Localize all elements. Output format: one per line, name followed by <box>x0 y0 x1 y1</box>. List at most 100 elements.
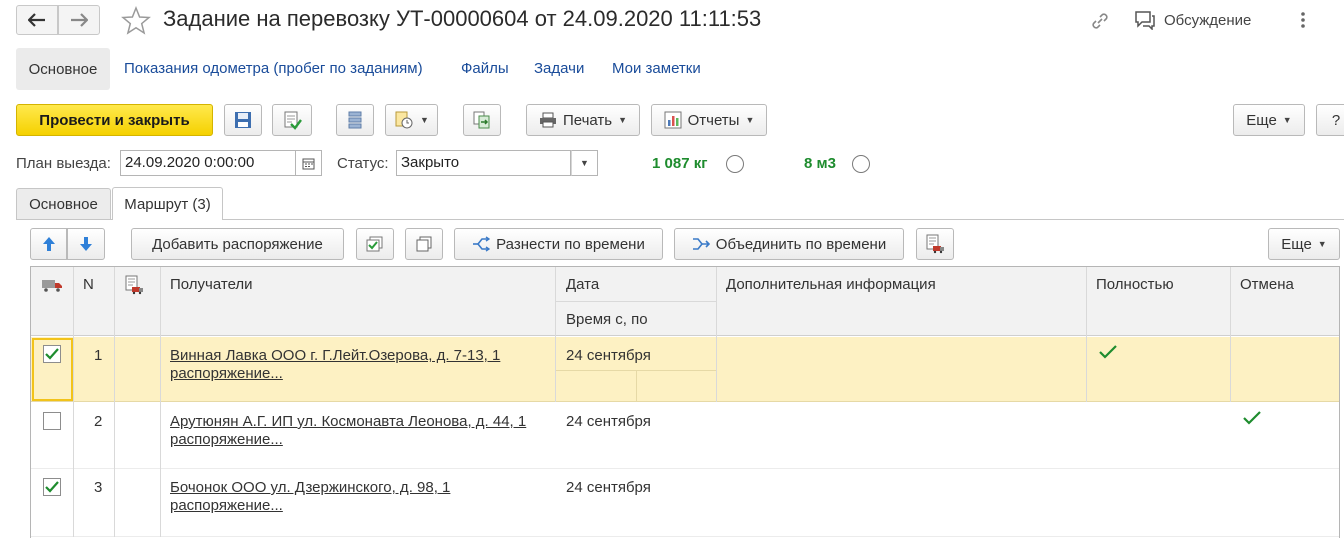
volume-status-indicator <box>852 155 870 173</box>
weight-status-indicator <box>726 155 744 173</box>
create-based-on-button[interactable]: ▼ <box>385 104 438 136</box>
more-label: Еще <box>1246 111 1277 129</box>
row-checkbox[interactable] <box>43 345 61 363</box>
recipient-link[interactable]: Винная Лавка ООО г. Г.Лейт.Озерова, д. 7… <box>170 347 550 383</box>
move-up-button[interactable] <box>30 228 67 260</box>
recipient-line: Бочонок ООО ул. Дзержинского, д. 98, 1 <box>170 479 451 496</box>
status-label: Статус: <box>337 155 389 172</box>
post-button[interactable] <box>272 104 312 136</box>
chevron-down-icon: ▼ <box>745 115 755 125</box>
recipient-line: распоряжение... <box>170 365 283 382</box>
weight-value: 1 087 кг <box>652 155 708 172</box>
chevron-down-icon: ▼ <box>580 158 589 168</box>
recipient-line: Винная Лавка ООО г. Г.Лейт.Озерова, д. 7… <box>170 347 501 364</box>
column-divider <box>160 267 161 537</box>
printer-icon <box>539 112 556 128</box>
chevron-down-icon: ▼ <box>420 115 429 125</box>
discussion-label: Обсуждение <box>1164 11 1252 29</box>
reports-label: Отчеты <box>687 111 740 129</box>
checkboxes-empty-icon <box>416 236 432 252</box>
row-subdivider <box>636 371 637 402</box>
row-number: 2 <box>94 413 103 430</box>
favorite-star-icon[interactable] <box>121 6 151 36</box>
document-flow-button[interactable] <box>463 104 501 136</box>
report-chart-icon <box>664 111 682 129</box>
document-arrows-icon <box>473 111 490 129</box>
link-icon[interactable] <box>1089 10 1111 32</box>
recipient-link[interactable]: Арутюнян А.Г. ИП ул. Космонавта Леонова,… <box>170 413 560 449</box>
header-time[interactable]: Время с, по <box>566 311 648 328</box>
nav-tab-notes[interactable]: Мои заметки <box>612 60 701 77</box>
row-checkbox[interactable] <box>43 412 61 430</box>
chevron-down-icon: ▼ <box>618 115 628 125</box>
distribute-label: Разнести по времени <box>496 235 645 253</box>
reports-button[interactable]: Отчеты ▼ <box>651 104 767 136</box>
header-n: N <box>83 276 94 293</box>
print-label: Печать <box>562 111 613 129</box>
check-all-button[interactable] <box>356 228 394 260</box>
nav-tab-odometer[interactable]: Показания одометра (пробег по заданиям) <box>124 60 423 77</box>
plan-departure-field[interactable]: 24.09.2020 0:00:00 <box>120 150 296 176</box>
save-button[interactable] <box>224 104 262 136</box>
inner-tab-main[interactable]: Основное <box>16 188 111 219</box>
arrow-up-icon <box>42 237 55 251</box>
calendar-button[interactable] <box>296 150 322 176</box>
header-date[interactable]: Дата <box>566 276 599 293</box>
distribute-by-time-button[interactable]: Разнести по времени <box>454 228 663 260</box>
header-cancel[interactable]: Отмена <box>1240 276 1294 293</box>
route-more-button[interactable]: Еще ▼ <box>1268 228 1340 260</box>
status-field[interactable]: Закрыто <box>396 150 571 176</box>
volume-value: 8 м3 <box>804 155 836 172</box>
inner-tab-route[interactable]: Маршрут (3) <box>112 187 223 220</box>
row-date: 24 сентября <box>566 413 651 430</box>
post-and-close-button[interactable]: Провести и закрыть <box>16 104 213 136</box>
save-icon <box>235 112 251 128</box>
column-divider <box>114 267 115 537</box>
route-table: N Получатели Дата Время с, по Дополнител… <box>30 266 1340 538</box>
chat-icon <box>1135 11 1155 30</box>
nav-tab-main[interactable]: Основное <box>16 48 110 90</box>
route-more-label: Еще <box>1281 235 1312 253</box>
arrow-down-icon <box>80 237 92 251</box>
document-truck-icon <box>926 234 944 254</box>
combine-by-time-button[interactable]: Объединить по времени <box>674 228 904 260</box>
nav-tab-files[interactable]: Файлы <box>461 60 509 77</box>
recipient-link[interactable]: Бочонок ООО ул. Дзержинского, д. 98, 1 р… <box>170 479 550 515</box>
column-divider <box>1230 267 1231 402</box>
move-down-button[interactable] <box>67 228 105 260</box>
split-arrows-icon <box>473 236 491 252</box>
column-divider <box>1086 267 1087 402</box>
full-check-icon <box>1099 345 1117 359</box>
column-divider <box>73 267 74 537</box>
row-date: 24 сентября <box>566 347 651 364</box>
kebab-menu-icon[interactable] <box>1297 10 1309 30</box>
recipient-line: Арутюнян А.Г. ИП ул. Космонавта Леонова,… <box>170 413 527 430</box>
truck-document-button[interactable] <box>916 228 954 260</box>
row-number: 3 <box>94 479 103 496</box>
more-button[interactable]: Еще ▼ <box>1233 104 1305 136</box>
nav-tab-tasks[interactable]: Задачи <box>534 60 584 77</box>
recipient-line: распоряжение... <box>170 497 283 514</box>
merge-arrows-icon <box>692 238 710 250</box>
check-icon <box>45 481 59 493</box>
status-dropdown-button[interactable]: ▼ <box>571 150 598 176</box>
header-extra-info[interactable]: Дополнительная информация <box>726 276 936 293</box>
back-button[interactable] <box>16 5 58 35</box>
print-button[interactable]: Печать ▼ <box>526 104 640 136</box>
add-order-button[interactable]: Добавить распоряжение <box>131 228 344 260</box>
header-document-truck-icon <box>124 275 144 295</box>
chevron-down-icon: ▼ <box>1317 239 1327 249</box>
discussion-button[interactable]: Обсуждение <box>1134 10 1251 30</box>
header-truck-icon <box>41 278 63 292</box>
combine-label: Объединить по времени <box>715 235 887 253</box>
row-date: 24 сентября <box>566 479 651 496</box>
uncheck-all-button[interactable] <box>405 228 443 260</box>
page-title: Задание на перевозку УТ-00000604 от 24.0… <box>163 6 762 31</box>
header-recipients[interactable]: Получатели <box>170 276 253 293</box>
structure-button[interactable] <box>336 104 374 136</box>
help-button[interactable]: ? <box>1316 104 1344 136</box>
row-checkbox[interactable] <box>43 478 61 496</box>
header-full[interactable]: Полностью <box>1096 276 1174 293</box>
forward-button[interactable] <box>58 5 100 35</box>
list-stack-icon <box>348 111 362 129</box>
